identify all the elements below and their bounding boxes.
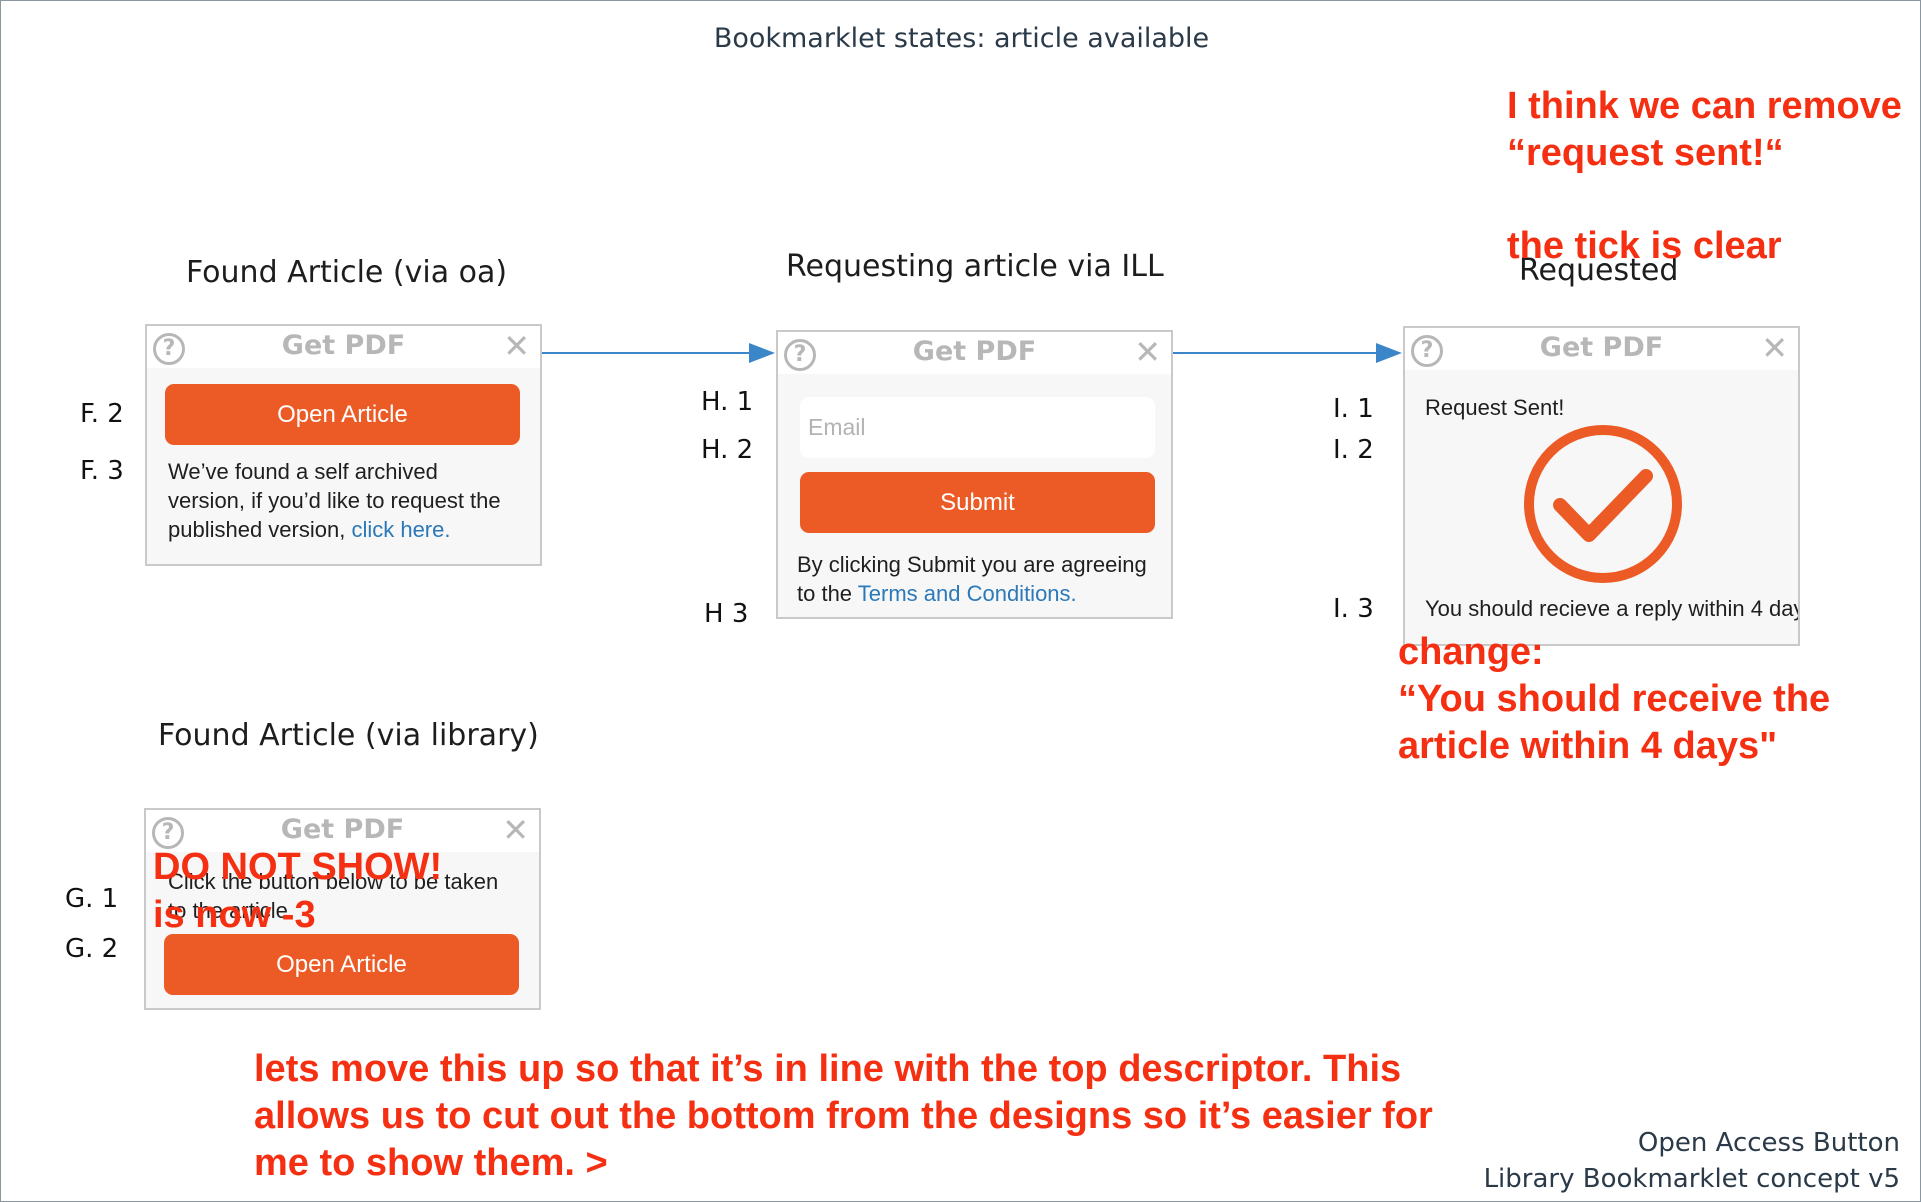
annotation-change-reply: change: “You should receive the article … [1398,631,1831,767]
annotation-move-up: lets move this up so that it’s in line w… [254,1048,1433,1184]
ill-terms-message: By clicking Submit you are agreeing to t… [797,550,1157,608]
terms-link[interactable]: Terms and Conditions. [858,581,1077,606]
popup-requested: ? Get PDF ✕ Request Sent! You should rec… [1403,326,1800,646]
arrow-oa-to-ill-head [749,343,775,363]
open-article-button[interactable]: Open Article [164,934,519,995]
diagram-canvas: Bookmarklet states: article available Fo… [0,0,1921,1202]
popup-title: Get PDF [281,330,406,361]
request-published-link[interactable]: click here. [351,517,450,542]
popup-title: Get PDF [912,336,1037,367]
submit-button[interactable]: Submit [800,472,1155,533]
close-icon[interactable]: ✕ [502,812,529,848]
footer-credit: Open Access Button Library Bookmarklet c… [1484,1125,1900,1197]
annotation-tick-clear: the tick is clear [1507,225,1782,267]
request-sent-heading: Request Sent! [1425,395,1565,420]
annotation-remove-request-sent: I think we can remove “request sent!“ [1507,85,1902,174]
email-input[interactable] [800,397,1155,458]
close-icon[interactable]: ✕ [1761,330,1788,366]
open-article-button[interactable]: Open Article [165,384,520,445]
oa-message: We’ve found a self archived version, if … [168,457,518,544]
oa-message-text: We’ve found a self archived version, if … [168,459,501,542]
popup-found-oa: ? Get PDF ✕ Open Article We’ve found a s… [145,324,542,566]
popup-requesting-ill: ? Get PDF ✕ Submit By clicking Submit yo… [776,330,1173,619]
footer-line-2: Library Bookmarklet concept v5 [1483,1164,1900,1194]
close-icon[interactable]: ✕ [503,328,530,364]
close-icon[interactable]: ✕ [1134,334,1161,370]
popup-title: Get PDF [1539,332,1664,363]
footer-line-1: Open Access Button [1637,1128,1900,1158]
reply-message: You should recieve a reply within 4 days [1425,596,1800,621]
annotation-do-not-show: DO NOT SHOW! is now -3 [153,846,443,936]
arrow-ill-to-requested-head [1376,343,1402,363]
popup-title: Get PDF [280,814,405,845]
check-circle-icon [1524,425,1682,583]
